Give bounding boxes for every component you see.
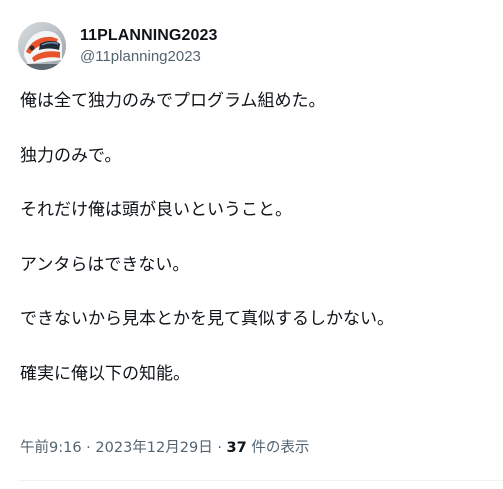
tweet-time[interactable]: 午前9:16 bbox=[20, 440, 82, 456]
tweet-blank-line bbox=[20, 170, 490, 197]
tweet-blank-line bbox=[20, 334, 490, 361]
tweet-text: 俺は全て独力のみでプログラム組めた。 独力のみで。 それだけ俺は頭が良いというこ… bbox=[20, 88, 490, 388]
tweet-line: 独力のみで。 bbox=[20, 145, 122, 166]
racing-helmet-icon bbox=[18, 22, 66, 70]
tweet-blank-line bbox=[20, 224, 490, 251]
view-label: 件の表示 bbox=[251, 440, 310, 456]
tweet-line: 俺は全て独力のみでプログラム組めた。 bbox=[20, 91, 326, 111]
author-names: 11PLANNING2023 @11planning2023 bbox=[80, 26, 217, 67]
tweet-blank-line bbox=[20, 279, 490, 306]
divider bbox=[18, 480, 503, 481]
tweet-line: できないから見本とかを見て真似するしかない。 bbox=[20, 309, 394, 330]
tweet-blank-line bbox=[20, 115, 490, 142]
tweet: 11PLANNING2023 @11planning2023 俺は全て独力のみで… bbox=[0, 0, 503, 489]
tweet-line: それだけ俺は頭が良いということ。 bbox=[20, 200, 292, 221]
handle[interactable]: @11planning2023 bbox=[80, 48, 217, 67]
tweet-meta: 午前9:16 · 2023年12月29日 · 37 件の表示 bbox=[20, 436, 309, 457]
view-count: 37 bbox=[226, 440, 247, 456]
meta-separator: · bbox=[86, 440, 91, 456]
tweet-header: 11PLANNING2023 @11planning2023 bbox=[18, 22, 217, 70]
tweet-line: アンタらはできない。 bbox=[20, 254, 190, 275]
display-name[interactable]: 11PLANNING2023 bbox=[80, 26, 217, 46]
tweet-date[interactable]: 2023年12月29日 bbox=[95, 440, 212, 456]
tweet-line: 確実に俺以下の知能。 bbox=[20, 363, 190, 384]
avatar[interactable] bbox=[18, 22, 66, 70]
meta-separator: · bbox=[217, 440, 222, 456]
